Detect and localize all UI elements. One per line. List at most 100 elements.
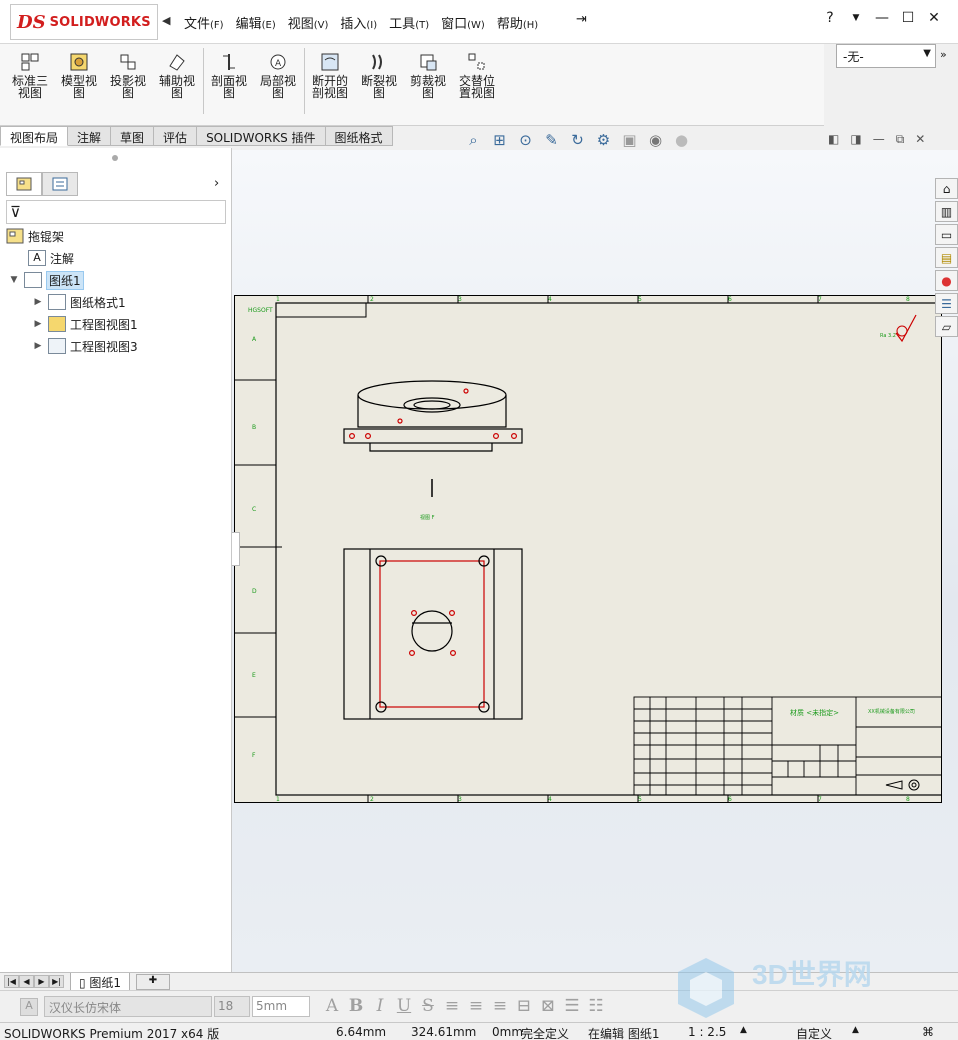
font-size-select[interactable]: 18 [214, 996, 250, 1017]
auxiliary-view-button[interactable]: 辅助视 图 [153, 52, 201, 99]
solidworks-logo[interactable]: DS SOLIDWORKS [10, 4, 158, 40]
tree-filter[interactable]: ⊽ [6, 200, 226, 224]
bullets-icon[interactable]: ☰ [562, 996, 582, 1016]
view-palette-icon[interactable]: ▤ [935, 247, 958, 268]
expand-arrow-icon[interactable]: ▶ [32, 297, 44, 307]
configuration-select[interactable]: -无- ▼ [836, 44, 936, 68]
text-height-value: 5mm [256, 999, 288, 1013]
property-manager-tab[interactable] [42, 172, 78, 196]
menu-edit[interactable]: 编辑(E) [230, 13, 282, 32]
graphics-area[interactable]: HGSOFT A B C D E F B C D E [232, 150, 958, 972]
align-center-icon[interactable]: ≡ [466, 996, 486, 1016]
rebuild-icon[interactable]: ⌘ [922, 1025, 934, 1039]
panel-grip[interactable] [112, 155, 118, 161]
previous-view-icon[interactable]: ◧ [828, 132, 839, 147]
status-scale[interactable]: 1 : 2.5 [688, 1025, 726, 1039]
expand-arrow-icon[interactable]: ▶ [32, 319, 44, 329]
minimize-button[interactable]: — [872, 10, 892, 26]
last-sheet-icon[interactable]: ▶| [49, 975, 64, 988]
menu-expand-arrow-icon[interactable]: ◀ [162, 14, 170, 27]
font-select[interactable]: 汉仪长仿宋体 [44, 996, 212, 1017]
text-height-input[interactable]: 5mm [252, 996, 310, 1017]
appearances-icon[interactable]: ● [935, 270, 958, 291]
strikethrough-icon[interactable]: S [418, 996, 438, 1016]
tree-item-drawing-view1[interactable]: ▶ 工程图视图1 [32, 314, 138, 334]
file-explorer-icon[interactable]: ▭ [935, 224, 958, 245]
close-button[interactable]: ✕ [924, 10, 944, 26]
maximize-button[interactable]: ☐ [898, 10, 918, 26]
section-view-button[interactable]: 剖面视 图 [205, 52, 253, 99]
status-units[interactable]: 自定义 [796, 1025, 832, 1040]
tree-item-drawing-view3[interactable]: ▶ 工程图视图3 [32, 336, 138, 356]
next-view-icon[interactable]: ◨ [850, 132, 861, 147]
tab-addins[interactable]: SOLIDWORKS 插件 [197, 126, 326, 146]
double-chevron-icon[interactable]: » [940, 48, 947, 61]
help-button[interactable]: ? [820, 10, 840, 26]
menu-view[interactable]: 视图(V) [282, 13, 335, 32]
pin-menu-icon[interactable]: ⇥ [576, 12, 587, 27]
menu-insert[interactable]: 插入(I) [334, 13, 383, 32]
zoom-selection-icon[interactable]: ⊙ [516, 131, 535, 149]
bold-icon[interactable]: B [346, 996, 366, 1016]
stack-icon[interactable]: ⊟ [514, 996, 534, 1016]
drawing-sheet[interactable]: HGSOFT A B C D E F B C D E [234, 295, 949, 806]
font-style-icon[interactable]: A [20, 998, 38, 1016]
tab-evaluate[interactable]: 评估 [154, 126, 198, 146]
rotate-icon[interactable]: ↻ [568, 131, 587, 149]
forum-icon[interactable]: ▱ [935, 316, 958, 337]
zoom-to-fit-icon[interactable]: ⌕ [464, 131, 483, 149]
zoom-area-icon[interactable]: ⊞ [490, 131, 509, 149]
hide-show-icon[interactable]: ◉ [646, 131, 665, 149]
tab-sheet-format[interactable]: 图纸格式 [325, 126, 393, 146]
projected-view-button[interactable]: 投影视 图 [104, 52, 152, 99]
scale-up-icon[interactable]: ▲ [740, 1025, 747, 1035]
sheet-tab-sheet1[interactable]: ▯ 图纸1 [70, 973, 131, 991]
first-sheet-icon[interactable]: |◀ [4, 975, 19, 988]
collapse-arrow-icon[interactable]: ▼ [8, 275, 20, 285]
view-minimize-button[interactable]: — [873, 132, 885, 147]
underline-icon[interactable]: U [394, 996, 414, 1016]
home-icon[interactable]: ⌂ [935, 178, 958, 199]
standard-3-view-button[interactable]: 标准三 视图 [6, 52, 54, 99]
panel-splitter-handle[interactable] [232, 532, 240, 566]
help-dropdown-icon[interactable]: ▼ [846, 13, 866, 23]
tree-root[interactable]: 拖锟架 [6, 226, 64, 246]
text-color-icon[interactable]: A [322, 996, 342, 1016]
view-close-button[interactable]: ✕ [915, 132, 925, 147]
break-view-button[interactable]: 断裂视 图 [355, 52, 403, 99]
feature-tree-tab[interactable] [6, 172, 42, 196]
custom-properties-icon[interactable]: ☰ [935, 293, 958, 314]
model-view-button[interactable]: 模型视 图 [55, 52, 103, 99]
prev-sheet-icon[interactable]: ◀ [19, 975, 34, 988]
tab-sketch[interactable]: 草图 [111, 126, 155, 146]
italic-icon[interactable]: I [370, 996, 390, 1016]
tab-annotation[interactable]: 注解 [68, 126, 112, 146]
menu-window[interactable]: 窗口(W) [435, 13, 491, 32]
view-restore-button[interactable]: ⧉ [896, 132, 905, 147]
add-sheet-button[interactable]: ✚ [136, 974, 170, 990]
broken-out-section-button[interactable]: 断开的 剖视图 [306, 52, 354, 99]
tab-view-layout[interactable]: 视图布局 [0, 126, 69, 146]
detail-view-button[interactable]: A 局部视 图 [254, 52, 302, 99]
numbering-icon[interactable]: ☷ [586, 996, 606, 1016]
crop-view-button[interactable]: 剪裁视 图 [404, 52, 452, 99]
pan-icon[interactable]: ✎ [542, 131, 561, 149]
menu-tools[interactable]: 工具(T) [383, 13, 435, 32]
display-style-icon[interactable]: ▣ [620, 131, 639, 149]
fraction-icon[interactable]: ⊠ [538, 996, 558, 1016]
appearance-icon[interactable]: ● [672, 131, 691, 149]
expand-arrow-icon[interactable]: ▶ [32, 341, 44, 351]
design-library-icon[interactable]: ▥ [935, 201, 958, 222]
align-left-icon[interactable]: ≡ [442, 996, 462, 1016]
expand-panel-icon[interactable]: › [214, 176, 219, 191]
menu-help[interactable]: 帮助(H) [491, 13, 544, 32]
menu-file[interactable]: 文件(F) [178, 13, 230, 32]
tree-item-annotations[interactable]: A 注解 [28, 248, 74, 268]
tree-item-sheet-format1[interactable]: ▶ 图纸格式1 [32, 292, 126, 312]
tree-item-sheet1[interactable]: ▼ 图纸1 [8, 270, 84, 290]
view-settings-icon[interactable]: ⚙ [594, 131, 613, 149]
units-up-icon[interactable]: ▲ [852, 1025, 859, 1035]
next-sheet-icon[interactable]: ▶ [34, 975, 49, 988]
align-right-icon[interactable]: ≡ [490, 996, 510, 1016]
alternate-position-button[interactable]: 交替位 置视图 [453, 52, 501, 99]
